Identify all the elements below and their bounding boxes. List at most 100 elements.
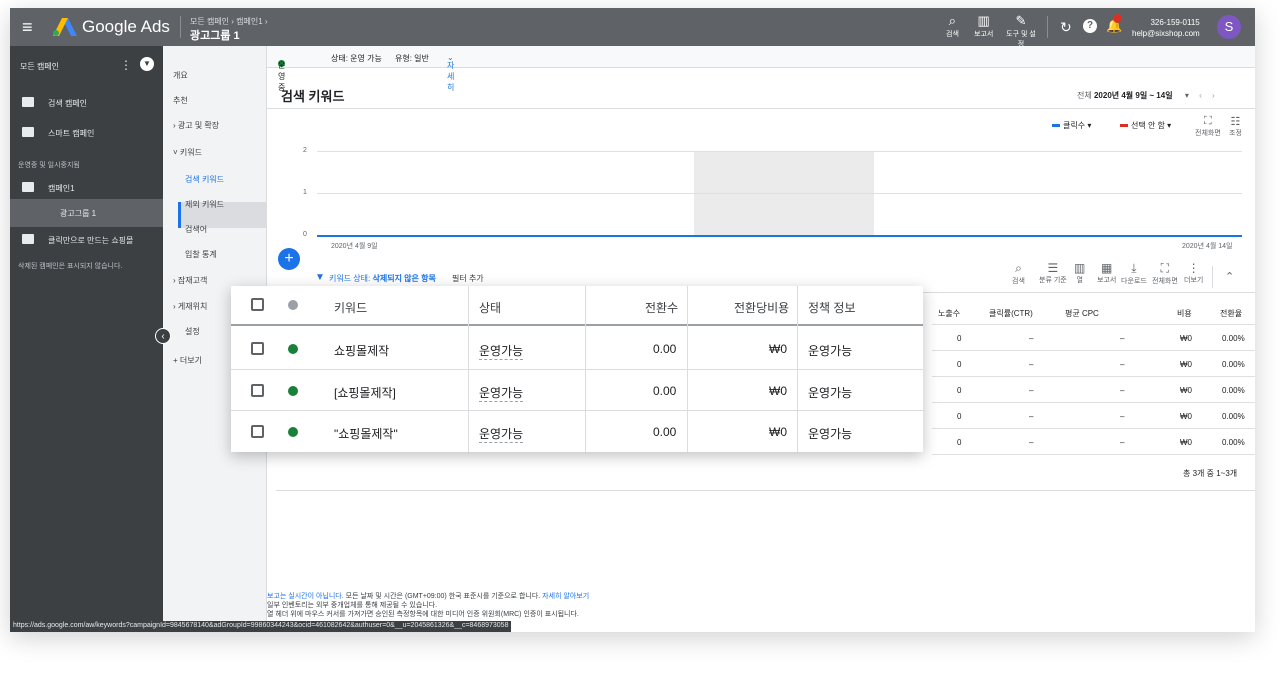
- status-text[interactable]: 운영가능: [479, 384, 524, 402]
- current-adgroup[interactable]: 광고그룹 1: [190, 27, 240, 43]
- column-header-conversions[interactable]: 전환수: [645, 299, 678, 316]
- enabled-status-icon: [288, 344, 298, 354]
- sidebar-item-smart-campaign[interactable]: 스마트 캠페인: [10, 119, 163, 147]
- footer-notes: 보고는 실시간이 아닙니다. 모든 날짜 및 시간은 (GMT+09:00) 한…: [267, 592, 589, 619]
- filter-icon[interactable]: ▼: [315, 272, 325, 283]
- download-button[interactable]: ⤓ 다운로드: [1121, 261, 1147, 286]
- nav-item-placements[interactable]: › 게재위치: [173, 301, 207, 312]
- column-header[interactable]: 전환율: [1220, 308, 1242, 319]
- sidebar-item-label: 검색 캠페인: [48, 99, 88, 108]
- table-fullscreen-button[interactable]: ⛶ 전체화면: [1152, 261, 1178, 286]
- next-period-icon[interactable]: ›: [1212, 91, 1215, 100]
- keyword-text[interactable]: [쇼핑몰제작]: [334, 384, 396, 401]
- cell: 0: [957, 438, 962, 447]
- segment-button[interactable]: ☰ 분류 기준: [1039, 261, 1067, 285]
- reports-tool-button[interactable]: ▥ 보고서: [974, 13, 993, 39]
- table-row[interactable]: "쇼핑몰제작" 운영가능 0.00 ₩0 운영가능: [231, 411, 923, 452]
- column-header[interactable]: 노출수: [938, 308, 960, 319]
- table-row[interactable]: 쇼핑몰제작 운영가능 0.00 ₩0 운영가능: [231, 328, 923, 370]
- column-header[interactable]: 비용: [1177, 308, 1192, 319]
- nav-item-negative-keywords[interactable]: 제외 키워드: [185, 199, 224, 210]
- menu-icon[interactable]: ≡: [22, 17, 33, 38]
- column-header[interactable]: 클릭률(CTR): [989, 308, 1033, 319]
- product-name[interactable]: Google Ads: [82, 17, 170, 37]
- row-checkbox[interactable]: [251, 384, 264, 397]
- legend-none[interactable]: 선택 안 함 ▾: [1120, 120, 1171, 131]
- status-text[interactable]: 운영가능: [479, 342, 524, 360]
- footer-link[interactable]: 보고는 실시간이 아닙니다.: [267, 593, 344, 600]
- column-header-cost-per-conversion[interactable]: 전환당비용: [734, 299, 789, 316]
- status-url: https://ads.google.com/aw/keywords?campa…: [10, 621, 512, 632]
- chevron-down-icon[interactable]: ▼: [140, 57, 154, 71]
- toolbar-label: 검색: [1012, 278, 1025, 285]
- nav-item-recommendations[interactable]: 추천: [173, 95, 188, 106]
- reports-icon: ▥: [977, 13, 990, 28]
- filter-label: 키워드 상태:: [329, 274, 371, 283]
- prev-period-icon[interactable]: ‹: [1199, 91, 1202, 100]
- refresh-icon[interactable]: ↻: [1060, 19, 1072, 36]
- keyword-text[interactable]: "쇼핑몰제작": [334, 425, 398, 442]
- cell: ₩0: [1180, 360, 1192, 369]
- sidebar-section-label: 운영중 및 일시중지됨: [18, 162, 80, 169]
- cell: –: [1120, 412, 1125, 421]
- row-checkbox[interactable]: [251, 342, 264, 355]
- search-tool-button[interactable]: ⌕ 검색: [946, 13, 959, 39]
- cell: –: [1120, 438, 1125, 447]
- nav-item-settings[interactable]: 설정: [185, 326, 200, 337]
- cell: ₩0: [1180, 412, 1192, 421]
- nav-more-button[interactable]: + 더보기: [173, 355, 202, 366]
- table-row[interactable]: [쇼핑몰제작] 운영가능 0.00 ₩0 운영가능: [231, 370, 923, 411]
- columns-button[interactable]: ▥ 열: [1074, 261, 1085, 285]
- chart-fullscreen-button[interactable]: ⛶ 전체화면: [1195, 115, 1221, 138]
- campaign-sidebar: 모든 캠페인 ⋮ ▼ 검색 캠페인 스마트 캠페인 운영중 및 일시중지됨 캠페…: [10, 46, 163, 632]
- nav-item-ads-extensions[interactable]: › 광고 및 확장: [173, 120, 219, 131]
- row-checkbox[interactable]: [251, 425, 264, 438]
- download-icon: ⤓: [1131, 261, 1137, 275]
- nav-item-audiences[interactable]: › 잠재고객: [173, 275, 207, 286]
- pagination-summary: 총 3개 중 1~3개: [1183, 469, 1238, 478]
- keyword-text[interactable]: 쇼핑몰제작: [334, 342, 389, 359]
- table-more-button[interactable]: ⋮ 더보기: [1184, 261, 1203, 285]
- nav-item-search-terms[interactable]: 검색어: [185, 224, 207, 235]
- collapse-sidebar-icon[interactable]: ‹: [155, 328, 171, 344]
- sidebar-item-adgroup1[interactable]: 광고그룹 1: [10, 199, 163, 227]
- nav-item-overview[interactable]: 개요: [173, 70, 188, 81]
- y-tick-label: 1: [303, 189, 307, 196]
- toolbar-label: 보고서: [1097, 277, 1117, 284]
- chart-adjust-button[interactable]: ☷ 조정: [1229, 115, 1242, 138]
- legend-clicks[interactable]: 클릭수 ▾: [1052, 120, 1091, 131]
- more-vert-icon[interactable]: ⋮: [120, 58, 132, 72]
- filter-chip[interactable]: 키워드 상태: 삭제되지 않은 항목: [329, 273, 436, 284]
- table-row: 0 – – ₩0 0.00%: [932, 325, 1255, 351]
- nav-item-search-keywords[interactable]: 검색 키워드: [185, 174, 224, 185]
- nav-item-auction-insights[interactable]: 입찰 통계: [185, 249, 217, 260]
- chart-fullscreen-label: 전체화면: [1195, 130, 1221, 137]
- column-header-policy[interactable]: 정책 정보: [808, 299, 856, 316]
- x-tick-label: 2020년 4월 9일: [331, 243, 378, 250]
- reports-button[interactable]: ▦ 보고서: [1097, 261, 1116, 285]
- help-icon[interactable]: ?: [1083, 19, 1097, 33]
- breadcrumb[interactable]: 모든 캠페인 › 캠페인1 ›: [190, 16, 268, 27]
- column-header[interactable]: 평균 CPC: [1065, 308, 1099, 319]
- add-filter-button[interactable]: 필터 추가: [452, 273, 484, 284]
- select-all-checkbox[interactable]: [251, 298, 264, 311]
- footer-learn-more-link[interactable]: 자세히 알아보기: [542, 593, 589, 600]
- more-vert-icon: ⋮: [1187, 261, 1200, 275]
- avatar[interactable]: S: [1217, 15, 1241, 39]
- account-info[interactable]: 326-159-0115 help@sixshop.com: [1132, 17, 1200, 39]
- sidebar-item-search-campaign[interactable]: 검색 캠페인: [10, 89, 163, 117]
- status-more-link[interactable]: 자세히 ⌄: [447, 53, 454, 92]
- all-campaigns-header[interactable]: 모든 캠페인 ⋮ ▼: [10, 56, 163, 84]
- legend-label: 클릭수: [1063, 121, 1086, 130]
- date-range-picker[interactable]: 전체 2020년 4월 9일 ~ 14일 ▾ ‹ ›: [1077, 90, 1215, 101]
- column-header-status[interactable]: 상태: [479, 299, 501, 316]
- sidebar-item-campaign1[interactable]: 캠페인1: [10, 174, 163, 202]
- tools-settings-button[interactable]: ✎ 도구 및 설정: [1006, 13, 1036, 49]
- column-header-keyword[interactable]: 키워드: [334, 299, 367, 316]
- sidebar-item-shopping[interactable]: 클릭만으로 만드는 쇼핑몰: [10, 226, 163, 254]
- collapse-chart-icon[interactable]: ⌃: [1225, 270, 1234, 283]
- google-ads-logo-icon: [53, 18, 77, 36]
- table-search-button[interactable]: ⌕ 검색: [1012, 261, 1025, 286]
- nav-item-keywords[interactable]: ˅ 키워드: [173, 147, 202, 158]
- status-text[interactable]: 운영가능: [479, 425, 524, 443]
